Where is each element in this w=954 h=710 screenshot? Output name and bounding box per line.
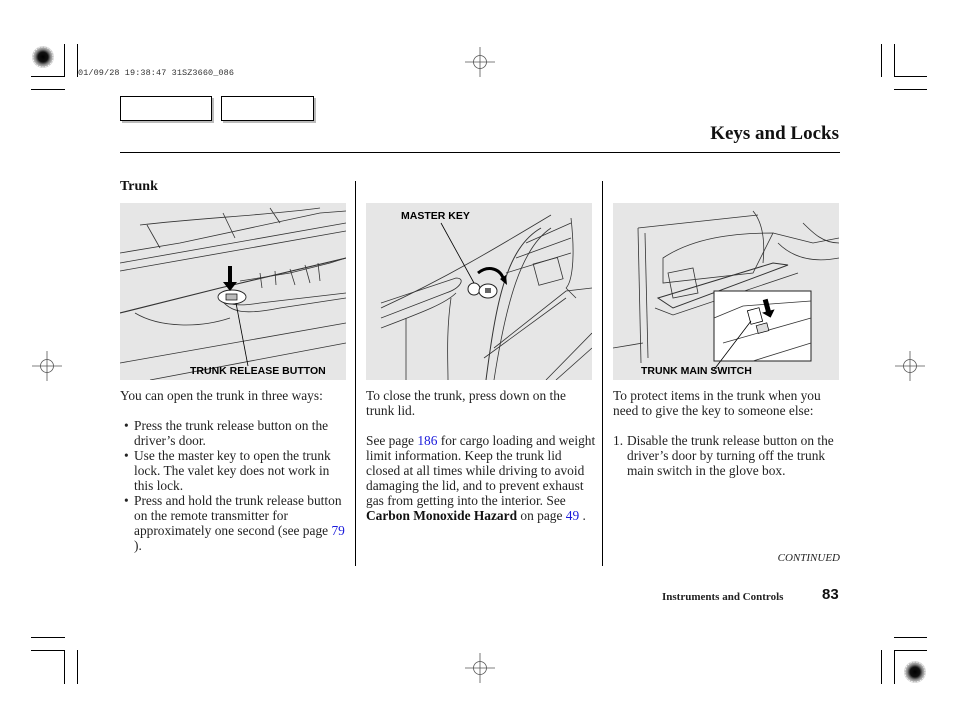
column-1-text: You can open the trunk in three ways: Pr… [120, 388, 352, 553]
crosshair-icon [32, 351, 62, 381]
open-methods-list: Press the trunk release button on the dr… [120, 418, 352, 553]
list-item: Use the master key to open the trunk loc… [120, 448, 352, 493]
column-divider [602, 181, 603, 566]
crosshair-icon [895, 351, 925, 381]
hazard-reference: Carbon Monoxide Hazard [366, 508, 518, 523]
crosshair-icon [465, 47, 495, 77]
glove-box-trunk-main-switch-illustration-icon [613, 210, 839, 372]
nav-button-contents[interactable] [120, 96, 212, 121]
intro-paragraph: You can open the trunk in three ways: [120, 388, 323, 403]
column-3-text: To protect items in the trunk when you n… [613, 388, 845, 478]
master-key-trunk-lock-illustration-icon [380, 214, 592, 380]
page-link[interactable]: 186 [417, 433, 437, 448]
close-trunk-paragraph: To close the trunk, press down on the tr… [366, 388, 566, 418]
list-item: Press and hold the trunk release button … [120, 493, 352, 553]
figure-label: TRUNK RELEASE BUTTON [190, 365, 326, 377]
cargo-paragraph: See page 186 for cargo loading and weigh… [366, 433, 596, 523]
page-number: 83 [822, 586, 839, 603]
figure-trunk-release-button: TRUNK RELEASE BUTTON [120, 203, 346, 380]
figure-master-key: MASTER KEY [366, 203, 592, 380]
figure-label: TRUNK MAIN SWITCH [641, 365, 752, 377]
figure-label: MASTER KEY [401, 210, 470, 222]
footer-section-name: Instruments and Controls [662, 591, 784, 603]
page-link[interactable]: 49 [566, 508, 579, 523]
column-2-text: To close the trunk, press down on the tr… [366, 388, 596, 523]
figure-trunk-main-switch: TRUNK MAIN SWITCH [613, 203, 839, 380]
intro-paragraph: To protect items in the trunk when you n… [613, 388, 821, 418]
column-divider [355, 181, 356, 566]
registration-target-icon [904, 661, 926, 683]
crosshair-icon [465, 653, 495, 683]
header-rule [120, 152, 840, 153]
step-item: 1. Disable the trunk release button on t… [613, 433, 834, 478]
continued-label: CONTINUED [777, 552, 840, 564]
trunk-release-button-illustration-icon [120, 207, 346, 380]
print-stamp: 01/09/28 19:38:47 31SZ3660_086 [78, 68, 235, 78]
page-title: Keys and Locks [710, 123, 839, 144]
list-item: Press the trunk release button on the dr… [120, 418, 352, 448]
section-heading: Trunk [120, 179, 158, 194]
page-link[interactable]: 79 [331, 523, 344, 538]
nav-button-index[interactable] [221, 96, 314, 121]
